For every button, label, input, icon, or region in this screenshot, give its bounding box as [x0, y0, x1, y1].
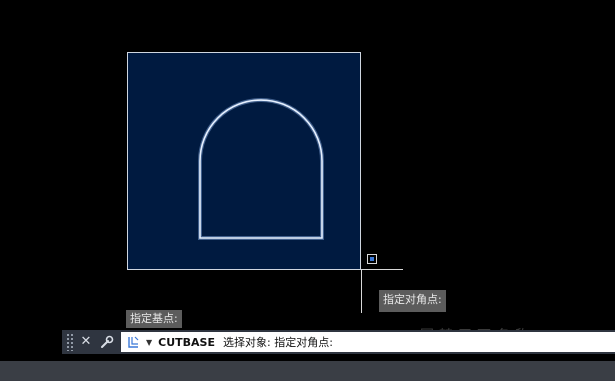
- status-strip: [0, 361, 615, 381]
- grip-icon[interactable]: [66, 333, 74, 351]
- base-point-tooltip: 指定基点:: [126, 310, 182, 328]
- cursor-crosshair-horizontal: [361, 269, 403, 270]
- selection-window: [127, 52, 361, 270]
- command-line-bar: ✕ ▼ CUTBASE 选择对象: 指定对角点:: [62, 330, 615, 354]
- command-name: CUTBASE: [158, 335, 215, 349]
- close-icon[interactable]: ✕: [77, 330, 95, 354]
- drawing-canvas[interactable]: 指定对角点: 指定基点: 回转平面名称: [0, 0, 615, 381]
- command-prompt: 选择对象: 指定对角点:: [223, 336, 333, 349]
- wrench-icon[interactable]: [98, 330, 116, 354]
- command-history-icon[interactable]: [126, 334, 142, 350]
- snap-marker: [367, 254, 377, 264]
- corner-point-tooltip: 指定对角点:: [379, 290, 446, 312]
- cursor-crosshair-vertical: [361, 269, 362, 313]
- arch-shape[interactable]: [128, 53, 362, 271]
- chevron-down-icon[interactable]: ▼: [146, 338, 152, 347]
- command-input[interactable]: ▼ CUTBASE 选择对象: 指定对角点:: [121, 332, 615, 352]
